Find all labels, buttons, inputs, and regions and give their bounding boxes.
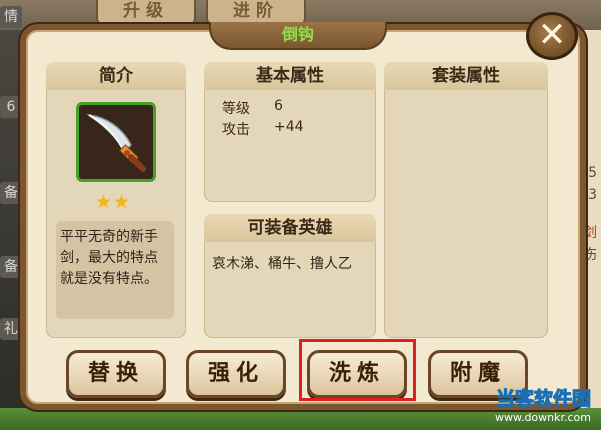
replace-button[interactable]: 替换 xyxy=(66,350,166,398)
set-attrs-section: 套装属性 xyxy=(384,62,548,338)
item-icon-frame xyxy=(76,102,156,182)
attr-level-label: 等级 xyxy=(222,101,250,117)
item-description: 平平无奇的新手剑，最大的特点就是没有特点。 xyxy=(56,221,174,319)
bg-left-badge: 6 xyxy=(0,96,22,118)
attr-attack-label: 攻击 xyxy=(222,122,250,138)
heroes-section: 可装备英雄 xyxy=(204,214,376,338)
bg-left-fragment: 礼 xyxy=(0,318,22,340)
enhance-button[interactable]: 强化 xyxy=(186,350,286,398)
watermark-name: 当客软件园 xyxy=(495,388,591,411)
intro-header: 简介 xyxy=(46,62,186,90)
set-attrs-header: 套装属性 xyxy=(384,62,548,90)
bg-left-badge: 备 xyxy=(0,256,22,278)
close-icon: ✕ xyxy=(537,15,567,55)
heroes-list: 哀木涕、桶牛、撸人乙 xyxy=(212,256,352,272)
attr-attack-value: +44 xyxy=(274,119,304,135)
watermark: 当客软件园 www.downkr.com xyxy=(494,384,592,425)
refine-highlight-box xyxy=(299,339,416,401)
item-title: 倒钩 xyxy=(209,22,387,50)
basic-attrs-header: 基本属性 xyxy=(204,62,376,90)
rarity-stars: ★★ xyxy=(95,191,132,213)
attr-level-value: 6 xyxy=(274,98,283,114)
bg-left-fragment: 情 xyxy=(0,6,22,28)
watermark-url: www.downkr.com xyxy=(494,411,591,424)
heroes-header: 可装备英雄 xyxy=(204,214,376,242)
sword-icon xyxy=(86,113,146,172)
close-button[interactable]: ✕ xyxy=(526,12,578,60)
bg-tab-upgrade[interactable]: 升级 xyxy=(96,0,196,26)
bg-left-badge: 备 xyxy=(0,182,22,204)
